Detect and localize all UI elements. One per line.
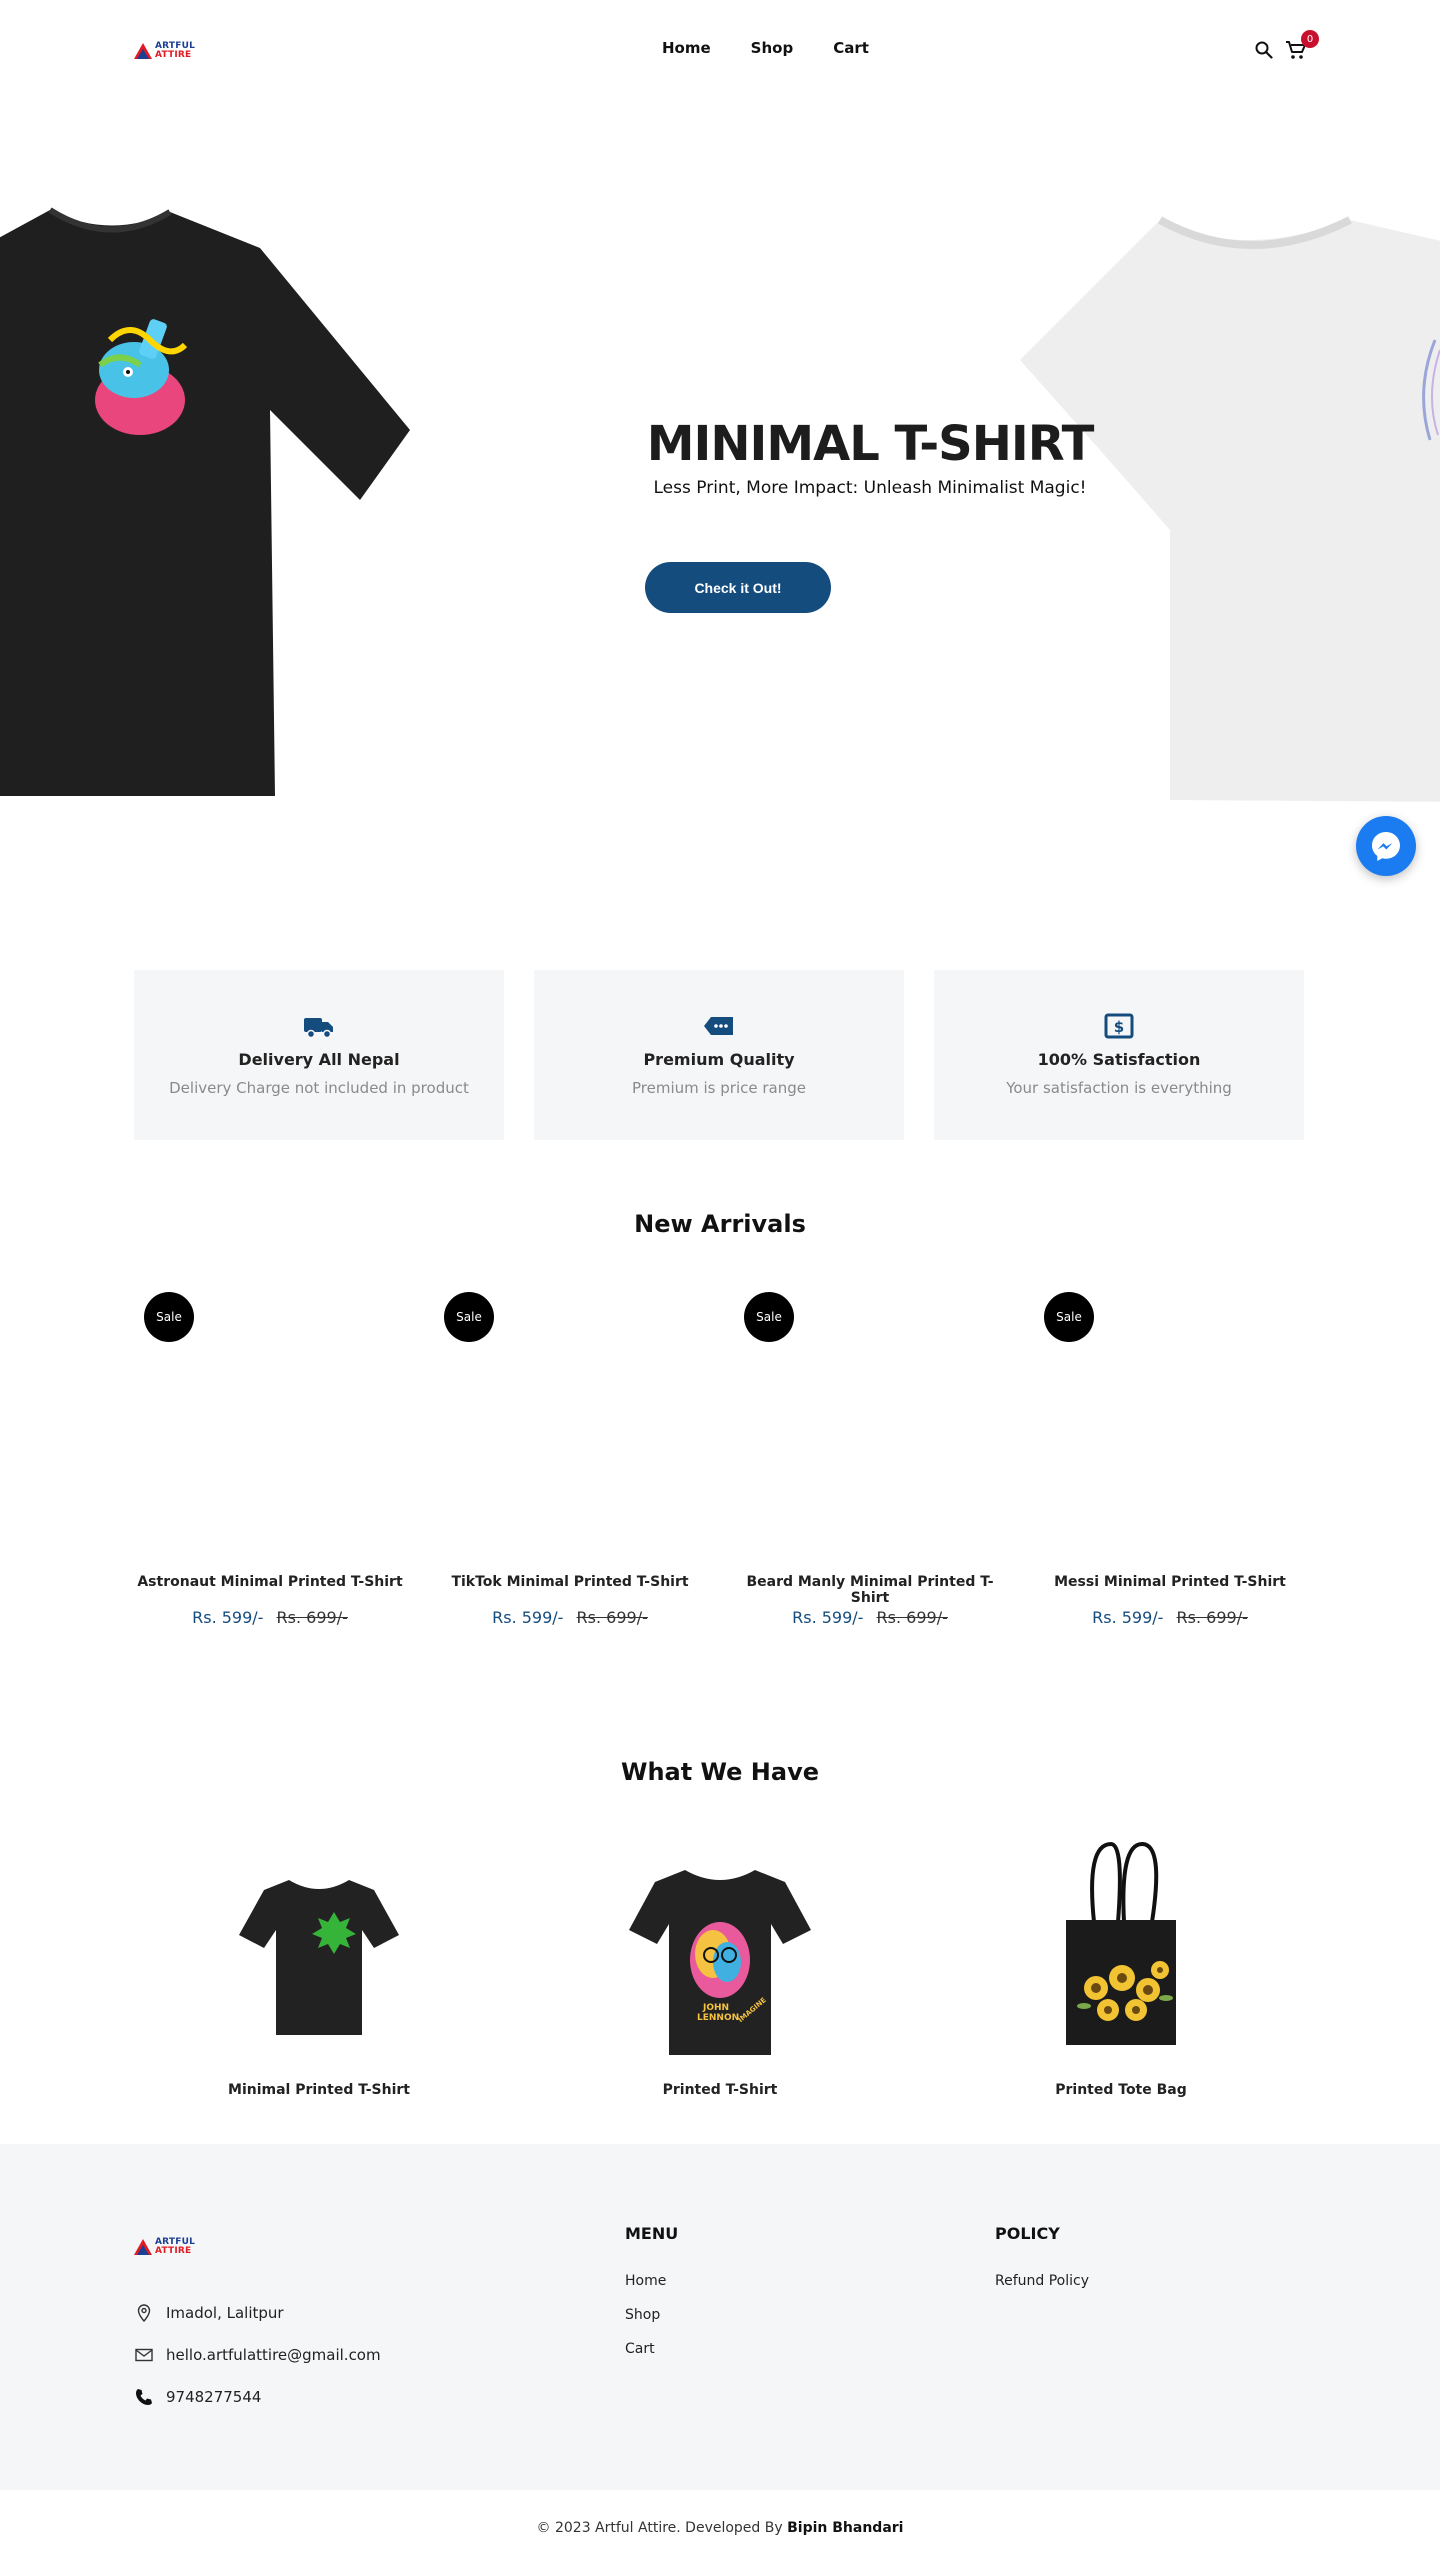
footer-policy-title: POLICY: [995, 2224, 1060, 2243]
sale-badge: Sale: [144, 1292, 194, 1342]
price-original: Rs. 699/-: [1176, 1608, 1248, 1627]
address-text: Imadol, Lalitpur: [166, 2304, 284, 2322]
new-arrivals-grid: Sale Astronaut Minimal Printed T-Shirt R…: [134, 1290, 1306, 1640]
feature-title: Premium Quality: [643, 1050, 795, 1069]
logo-mark-icon: [134, 43, 152, 59]
nav-shop[interactable]: Shop: [751, 39, 794, 57]
product-prices: Rs. 599/- Rs. 699/-: [434, 1608, 706, 1627]
price-current: Rs. 599/-: [792, 1608, 864, 1627]
mail-icon: [135, 2348, 153, 2362]
category-name[interactable]: Printed T-Shirt: [535, 2082, 905, 2098]
check-it-out-button[interactable]: Check it Out!: [645, 562, 831, 613]
sale-badge: Sale: [1044, 1292, 1094, 1342]
minimal-tshirt-image: [239, 1880, 399, 2035]
product-card[interactable]: Sale Astronaut Minimal Printed T-Shirt R…: [134, 1290, 406, 1640]
logo-mark-icon: [134, 2239, 152, 2255]
hero-banner: MINIMAL T-SHIRT Less Print, More Impact:…: [0, 100, 1440, 820]
category-name[interactable]: Minimal Printed T-Shirt: [134, 2082, 504, 2098]
feature-card: Premium Quality Premium is price range: [534, 970, 904, 1140]
contact-email: hello.artfulattire@gmail.com: [134, 2334, 381, 2376]
footer-link-home[interactable]: Home: [625, 2273, 678, 2307]
category-card[interactable]: Minimal Printed T-Shirt: [134, 1838, 504, 2108]
hero-title: MINIMAL T-SHIRT: [646, 416, 1095, 472]
footer-logo[interactable]: ARTFUL ATTIRE: [134, 2234, 204, 2260]
price-current: Rs. 599/-: [192, 1608, 264, 1627]
product-prices: Rs. 599/- Rs. 699/-: [734, 1608, 1006, 1627]
category-card[interactable]: JOHN LENNON IMAGINE Printed T-Shirt: [535, 1838, 905, 2108]
cart-count-badge: 0: [1301, 30, 1319, 48]
product-name[interactable]: Messi Minimal Printed T-Shirt: [1034, 1574, 1306, 1590]
feature-card: $ 100% Satisfaction Your satisfaction is…: [934, 970, 1304, 1140]
product-card[interactable]: Sale TikTok Minimal Printed T-Shirt Rs. …: [434, 1290, 706, 1640]
price-current: Rs. 599/-: [492, 1608, 564, 1627]
footer-menu-title: MENU: [625, 2224, 679, 2243]
email-text[interactable]: hello.artfulattire@gmail.com: [166, 2346, 381, 2364]
contact-phone: 9748277544: [134, 2376, 381, 2418]
logo-text-line2: ATTIRE: [155, 50, 192, 60]
developer-link[interactable]: Bipin Bhandari: [787, 2520, 903, 2536]
feature-card: Delivery All Nepal Delivery Charge not i…: [134, 970, 504, 1140]
print-text-2: LENNON: [697, 2013, 739, 2023]
location-pin-icon: [137, 2304, 151, 2323]
printed-tshirt-image: JOHN LENNON IMAGINE: [629, 1870, 811, 2055]
product-prices: Rs. 599/- Rs. 699/-: [1034, 1608, 1306, 1627]
truck-icon: [304, 1018, 333, 1039]
features-row: Delivery All Nepal Delivery Charge not i…: [134, 970, 1306, 1140]
logo-text-line2: ATTIRE: [155, 2246, 192, 2256]
category-grid: Minimal Printed T-Shirt JOHN LENNON IMAG…: [134, 1838, 1306, 2108]
svg-text:$: $: [1114, 1018, 1124, 1036]
phone-text[interactable]: 9748277544: [166, 2388, 261, 2406]
contact-address: Imadol, Lalitpur: [134, 2292, 381, 2334]
product-card[interactable]: Sale Beard Manly Minimal Printed T-Shirt…: [734, 1290, 1006, 1640]
site-header: ARTFUL ATTIRE Home Shop Cart 0: [0, 0, 1440, 100]
product-name[interactable]: Beard Manly Minimal Printed T-Shirt: [734, 1574, 1006, 1606]
price-original: Rs. 699/-: [276, 1608, 348, 1627]
feature-text: Delivery Charge not included in product: [169, 1079, 469, 1097]
footer-policy: POLICY Refund Policy: [995, 2224, 1089, 2307]
footer-contact: Imadol, Lalitpur hello.artfulattire@gmai…: [134, 2292, 381, 2418]
category-name[interactable]: Printed Tote Bag: [936, 2082, 1306, 2098]
tote-bag-image: [1066, 1841, 1176, 2045]
what-we-have-heading: What We Have: [620, 1758, 820, 1786]
category-card[interactable]: Printed Tote Bag: [936, 1838, 1306, 2108]
sale-badge: Sale: [744, 1292, 794, 1342]
copyright-bar: © 2023 Artful Attire. Developed By Bipin…: [0, 2520, 1440, 2536]
dollar-icon: $: [1104, 1013, 1134, 1039]
new-arrivals-heading: New Arrivals: [634, 1210, 806, 1238]
feature-title: 100% Satisfaction: [1037, 1050, 1201, 1069]
footer-link-cart[interactable]: Cart: [625, 2341, 678, 2375]
phone-icon: [136, 2389, 152, 2405]
brand-logo[interactable]: ARTFUL ATTIRE: [134, 38, 204, 64]
feature-text: Premium is price range: [632, 1079, 806, 1097]
footer-link-shop[interactable]: Shop: [625, 2307, 678, 2341]
dark-tshirt-image: [0, 207, 410, 796]
nav-home[interactable]: Home: [662, 39, 711, 57]
footer-link-refund-policy[interactable]: Refund Policy: [995, 2273, 1089, 2307]
nav-cart[interactable]: Cart: [833, 39, 869, 57]
hero-subtitle: Less Print, More Impact: Unleash Minimal…: [653, 478, 1087, 498]
sale-badge: Sale: [444, 1292, 494, 1342]
product-card[interactable]: Sale Messi Minimal Printed T-Shirt Rs. 5…: [1034, 1290, 1306, 1640]
price-original: Rs. 699/-: [876, 1608, 948, 1627]
messenger-icon: [1372, 832, 1400, 861]
product-prices: Rs. 599/- Rs. 699/-: [134, 1608, 406, 1627]
print-text-1: JOHN: [702, 2003, 729, 2013]
price-original: Rs. 699/-: [576, 1608, 648, 1627]
copyright-text: © 2023 Artful Attire. Developed By: [536, 2520, 783, 2536]
product-name[interactable]: Astronaut Minimal Printed T-Shirt: [134, 1574, 406, 1590]
product-name[interactable]: TikTok Minimal Printed T-Shirt: [434, 1574, 706, 1590]
price-current: Rs. 599/-: [1092, 1608, 1164, 1627]
search-icon[interactable]: [1254, 40, 1274, 60]
feature-title: Delivery All Nepal: [238, 1050, 400, 1069]
feature-text: Your satisfaction is everything: [1006, 1079, 1232, 1097]
footer-menu: MENU Home Shop Cart: [625, 2224, 678, 2375]
tag-icon: [704, 1017, 733, 1035]
site-footer: ARTFUL ATTIRE Imadol, Lalitpur hello.art…: [0, 2144, 1440, 2490]
main-nav: Home Shop Cart: [662, 39, 869, 57]
messenger-chat-button[interactable]: [1356, 816, 1416, 876]
